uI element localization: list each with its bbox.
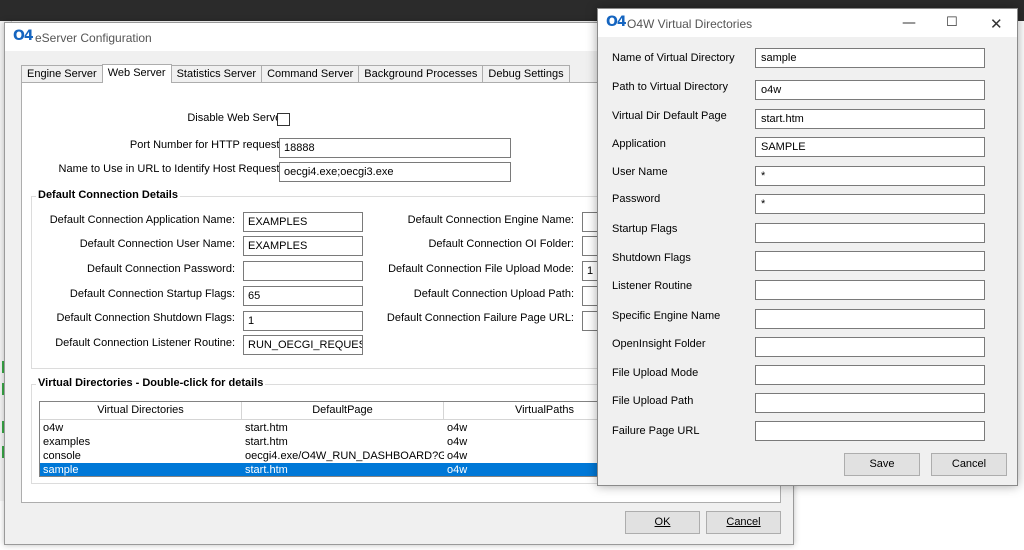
- startup-flags-label: Default Connection Startup Flags:: [69, 288, 235, 300]
- grid-cell: o4w: [447, 436, 468, 448]
- listener-input[interactable]: RUN_OECGI_REQUEST: [243, 335, 363, 355]
- field-label: Startup Flags: [612, 223, 678, 235]
- grid-cell: sample: [43, 464, 79, 476]
- table-row[interactable]: o4w start.htm o4w: [40, 421, 598, 435]
- grid-cell: start.htm: [245, 422, 288, 434]
- grid-cell: o4w: [447, 422, 468, 434]
- field-label: OpenInsight Folder: [612, 338, 706, 350]
- field-label: Virtual Dir Default Page: [612, 110, 727, 122]
- table-row[interactable]: examples start.htm o4w: [40, 435, 598, 449]
- table-row-selected[interactable]: sample start.htm o4w: [40, 463, 598, 476]
- shutdown-flags-input[interactable]: [755, 251, 985, 271]
- cancel-button[interactable]: Cancel: [706, 511, 781, 534]
- listener-label: Default Connection Listener Routine:: [55, 337, 235, 349]
- dialog-title: O4W Virtual Directories: [627, 17, 753, 31]
- file-upload-path-input[interactable]: [755, 393, 985, 413]
- maximize-icon[interactable]: ☐: [946, 15, 958, 30]
- grid-cell: o4w: [447, 464, 468, 476]
- minimize-icon[interactable]: —: [902, 15, 916, 31]
- app-name-input[interactable]: EXAMPLES: [243, 212, 363, 232]
- tab-debug-settings[interactable]: Debug Settings: [482, 65, 570, 83]
- url-name-label: Name to Use in URL to Identify Host Requ…: [58, 163, 288, 175]
- dialog-cancel-button[interactable]: Cancel: [931, 453, 1007, 476]
- user-name-input[interactable]: EXAMPLES: [243, 236, 363, 256]
- tab-strip: Engine Server Web Server Statistics Serv…: [21, 64, 570, 83]
- column-header[interactable]: DefaultPage: [242, 402, 444, 420]
- disable-web-server-label: Disable Web Server:: [187, 112, 288, 124]
- application-input[interactable]: SAMPLE: [755, 137, 985, 157]
- virtual-directories-title: Virtual Directories - Double-click for d…: [36, 377, 266, 389]
- default-page-input[interactable]: start.htm: [755, 109, 985, 129]
- upload-mode-label: Default Connection File Upload Mode:: [388, 263, 574, 275]
- file-upload-mode-input[interactable]: [755, 365, 985, 385]
- field-label: Name of Virtual Directory: [612, 52, 735, 64]
- field-label: File Upload Mode: [612, 367, 699, 379]
- column-header[interactable]: Virtual Directories: [40, 402, 242, 420]
- ok-button[interactable]: OK: [625, 511, 700, 534]
- field-label: Application: [612, 138, 666, 150]
- grid-cell: o4w: [43, 422, 64, 434]
- grid-cell: start.htm: [245, 436, 288, 448]
- field-label: Password: [612, 193, 661, 205]
- shutdown-flags-input[interactable]: 1: [243, 311, 363, 331]
- failure-page-label: Default Connection Failure Page URL:: [386, 312, 574, 324]
- failure-page-url-input[interactable]: [755, 421, 985, 441]
- disable-web-server-checkbox[interactable]: [277, 113, 290, 126]
- password-label: Default Connection Password:: [87, 263, 235, 275]
- grid-cell: oecgi4.exe/O4W_RUN_DASHBOARD?GF: [245, 450, 444, 462]
- field-label: Listener Routine: [612, 280, 693, 292]
- window-title: eServer Configuration: [35, 31, 152, 45]
- engine-name-input[interactable]: [755, 309, 985, 329]
- field-label: Failure Page URL: [612, 425, 700, 437]
- shutdown-flags-label: Default Connection Shutdown Flags:: [56, 312, 235, 324]
- grid-header: Virtual Directories DefaultPage VirtualP…: [40, 402, 598, 420]
- url-name-input[interactable]: oecgi4.exe;oecgi3.exe: [279, 162, 511, 182]
- column-header[interactable]: VirtualPaths: [444, 402, 598, 420]
- default-connection-title: Default Connection Details: [36, 189, 180, 201]
- save-button[interactable]: Save: [844, 453, 920, 476]
- field-label: Specific Engine Name: [612, 310, 721, 322]
- grid-cell: o4w: [447, 450, 468, 462]
- tab-engine-server[interactable]: Engine Server: [21, 65, 103, 83]
- port-input[interactable]: 18888: [279, 138, 511, 158]
- app-logo-icon: O4: [606, 14, 627, 30]
- app-name-label: Default Connection Application Name:: [49, 214, 235, 226]
- startup-flags-input[interactable]: 65: [243, 286, 363, 306]
- grid-cell: examples: [43, 436, 91, 448]
- tab-statistics-server[interactable]: Statistics Server: [170, 65, 263, 83]
- oi-folder-label: Default Connection OI Folder:: [428, 238, 574, 250]
- virtual-directory-path-input[interactable]: o4w: [755, 80, 985, 100]
- field-label: File Upload Path: [612, 395, 694, 407]
- grid-cell: start.htm: [245, 464, 288, 476]
- user-name-input[interactable]: *: [755, 166, 985, 186]
- openinsight-folder-input[interactable]: [755, 337, 985, 357]
- cancel-button-label: Cancel: [726, 516, 761, 528]
- virtual-directories-grid[interactable]: Virtual Directories DefaultPage VirtualP…: [39, 401, 599, 477]
- engine-name-label: Default Connection Engine Name:: [407, 214, 574, 226]
- virtual-directories-dialog: O4 O4W Virtual Directories — ☐ ✕ Name of…: [597, 8, 1018, 486]
- field-label: User Name: [612, 166, 668, 178]
- tab-web-server[interactable]: Web Server: [101, 64, 172, 83]
- app-logo-icon: O4: [13, 28, 34, 44]
- user-name-label: Default Connection User Name:: [79, 238, 235, 250]
- tab-background-processes[interactable]: Background Processes: [358, 65, 484, 83]
- grid-cell: console: [43, 450, 81, 462]
- ok-button-label: OK: [654, 516, 671, 528]
- port-label: Port Number for HTTP requests:: [129, 139, 288, 151]
- password-input[interactable]: *: [755, 194, 985, 214]
- password-input[interactable]: [243, 261, 363, 281]
- close-icon[interactable]: ✕: [990, 15, 1003, 33]
- table-row[interactable]: console oecgi4.exe/O4W_RUN_DASHBOARD?GF …: [40, 449, 598, 463]
- tab-command-server[interactable]: Command Server: [261, 65, 360, 83]
- virtual-directory-name-input[interactable]: sample: [755, 48, 985, 68]
- dialog-title-bar[interactable]: O4 O4W Virtual Directories — ☐ ✕: [598, 9, 1017, 37]
- listener-routine-input[interactable]: [755, 280, 985, 300]
- field-label: Path to Virtual Directory: [612, 81, 728, 93]
- upload-path-label: Default Connection Upload Path:: [413, 288, 574, 300]
- startup-flags-input[interactable]: [755, 223, 985, 243]
- field-label: Shutdown Flags: [612, 252, 691, 264]
